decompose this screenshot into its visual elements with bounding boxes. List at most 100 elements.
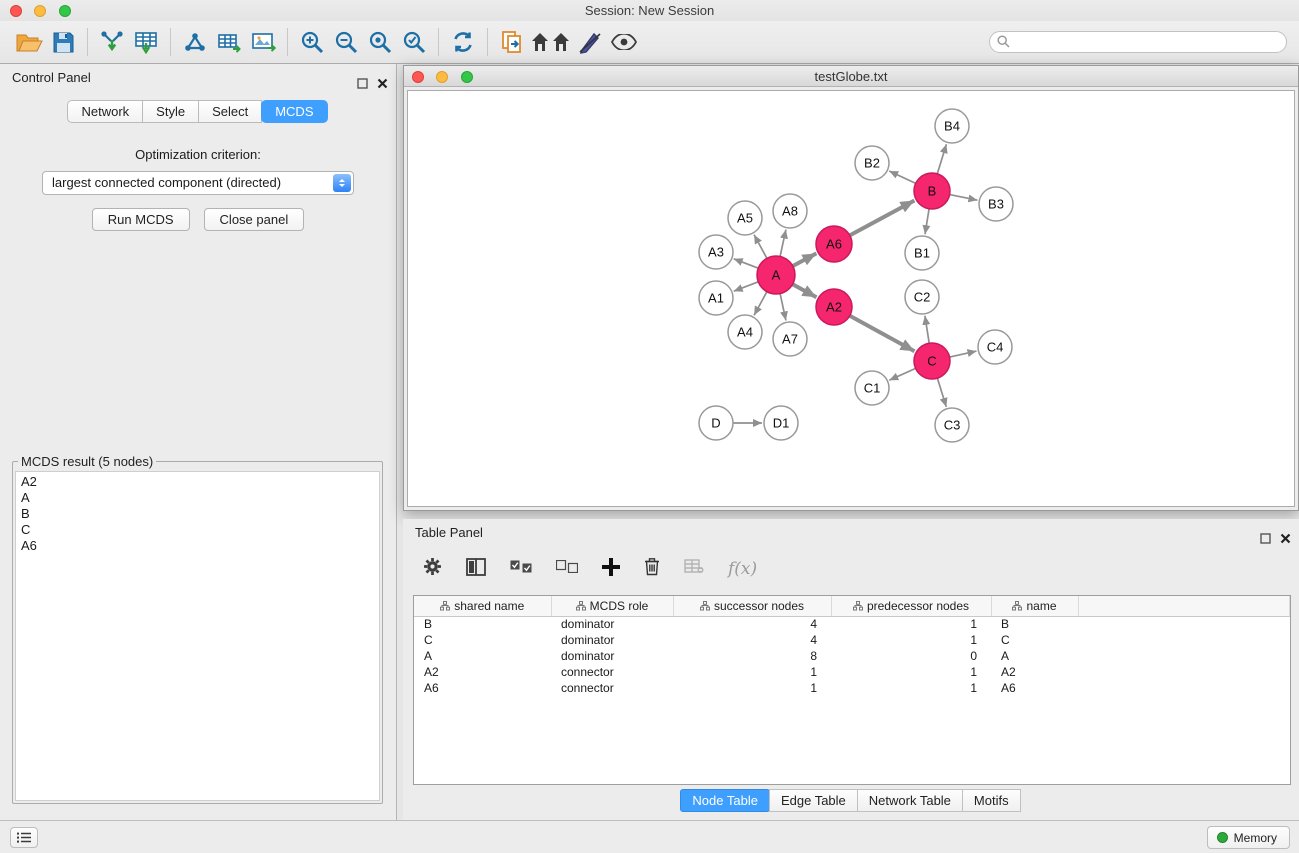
optimization-criterion-dropdown[interactable]: largest connected component (directed) <box>42 171 354 195</box>
node-A7[interactable]: A7 <box>773 322 807 356</box>
table-cell[interactable]: B <box>414 616 551 632</box>
node-A8[interactable]: A8 <box>773 194 807 228</box>
table-cell[interactable]: C <box>414 632 551 648</box>
tab-select[interactable]: Select <box>198 100 262 123</box>
table-row[interactable]: A6connector11A6 <box>414 680 1290 696</box>
result-item[interactable]: C <box>21 522 374 538</box>
table-cell[interactable]: 1 <box>831 680 991 696</box>
edge-A2-C[interactable] <box>850 316 915 352</box>
eye-icon[interactable] <box>607 26 641 58</box>
column-header-name[interactable]: name <box>991 596 1078 616</box>
edge-A6-B[interactable] <box>850 201 915 236</box>
result-item[interactable]: A2 <box>21 474 374 490</box>
zoom-fit-icon[interactable] <box>363 26 397 58</box>
table-cell[interactable]: A6 <box>414 680 551 696</box>
table-cell[interactable]: 1 <box>673 664 831 680</box>
edge-A-A6[interactable] <box>793 253 817 266</box>
table-row[interactable]: Adominator80A <box>414 648 1290 664</box>
result-item[interactable]: B <box>21 506 374 522</box>
edge-C-C2[interactable] <box>925 316 929 343</box>
table-cell[interactable]: 0 <box>831 648 991 664</box>
result-item[interactable]: A6 <box>21 538 374 554</box>
clone-network-icon[interactable] <box>495 26 529 58</box>
node-B2[interactable]: B2 <box>855 146 889 180</box>
edge-A-A5[interactable] <box>754 235 767 259</box>
task-list-button[interactable] <box>10 827 38 848</box>
edge-C-C3[interactable] <box>937 378 946 407</box>
edge-A-A3[interactable] <box>734 259 759 268</box>
delete-table-icon[interactable] <box>684 559 704 579</box>
edge-A-A1[interactable] <box>734 282 759 291</box>
node-C2[interactable]: C2 <box>905 280 939 314</box>
table-cell[interactable]: dominator <box>551 648 673 664</box>
network-graph[interactable]: AA6A2BCA5A8A3A1A4A7B2B4B3B1C2C4C1C3DD1 <box>408 91 1294 508</box>
edge-B-B4[interactable] <box>937 144 946 174</box>
table-cell[interactable]: connector <box>551 680 673 696</box>
table-cell[interactable]: 1 <box>831 664 991 680</box>
table-cell[interactable]: 1 <box>831 616 991 632</box>
table-row[interactable]: Bdominator41B <box>414 616 1290 632</box>
import-network-file-icon[interactable] <box>95 26 129 58</box>
node-D[interactable]: D <box>699 406 733 440</box>
function-builder-button[interactable]: f(x) <box>728 559 757 579</box>
tab-edge-table[interactable]: Edge Table <box>769 789 858 812</box>
deselect-all-icon[interactable] <box>556 560 578 578</box>
table-cell[interactable]: C <box>991 632 1078 648</box>
dropdown-stepper-icon[interactable] <box>333 174 351 192</box>
result-item[interactable]: A <box>21 490 374 506</box>
table-settings-gear-icon[interactable] <box>423 557 442 581</box>
node-B[interactable]: B <box>914 173 950 209</box>
zoom-in-icon[interactable] <box>295 26 329 58</box>
delete-row-trash-icon[interactable] <box>644 557 660 581</box>
edge-B-B3[interactable] <box>950 195 978 201</box>
node-A5[interactable]: A5 <box>728 201 762 235</box>
table-row[interactable]: Cdominator41C <box>414 632 1290 648</box>
edge-A-A8[interactable] <box>780 230 786 257</box>
save-session-icon[interactable] <box>46 26 80 58</box>
table-cell[interactable]: dominator <box>551 632 673 648</box>
annotation-pen-icon[interactable] <box>573 26 607 58</box>
table-cell[interactable]: A2 <box>991 664 1078 680</box>
tab-node-table[interactable]: Node Table <box>680 789 770 812</box>
table-cell[interactable]: A6 <box>991 680 1078 696</box>
node-A6[interactable]: A6 <box>816 226 852 262</box>
table-cell[interactable]: B <box>991 616 1078 632</box>
column-header-predecessor-nodes[interactable]: predecessor nodes <box>831 596 991 616</box>
network-canvas[interactable]: AA6A2BCA5A8A3A1A4A7B2B4B3B1C2C4C1C3DD1 <box>407 90 1295 507</box>
select-all-icon[interactable] <box>510 560 532 578</box>
table-cell[interactable]: 4 <box>673 632 831 648</box>
close-panel-button[interactable]: Close panel <box>204 208 305 231</box>
close-panel-icon[interactable] <box>1280 526 1291 554</box>
table-row[interactable]: A2connector11A2 <box>414 664 1290 680</box>
column-header-shared-name[interactable]: shared name <box>414 596 551 616</box>
memory-button[interactable]: Memory <box>1207 826 1290 849</box>
new-network-icon[interactable] <box>178 26 212 58</box>
edge-B-B1[interactable] <box>925 209 929 234</box>
tab-style[interactable]: Style <box>142 100 199 123</box>
table-cell[interactable]: 1 <box>673 680 831 696</box>
network-window-titlebar[interactable]: testGlobe.txt <box>404 66 1298 87</box>
run-mcds-button[interactable]: Run MCDS <box>92 208 190 231</box>
node-table[interactable]: shared nameMCDS rolesuccessor nodesprede… <box>413 595 1291 785</box>
search-input[interactable] <box>989 31 1287 53</box>
zoom-selected-icon[interactable] <box>397 26 431 58</box>
edge-A-A4[interactable] <box>754 292 767 316</box>
node-B1[interactable]: B1 <box>905 236 939 270</box>
import-table-file-icon[interactable] <box>129 26 163 58</box>
node-C[interactable]: C <box>914 343 950 379</box>
table-cell[interactable]: dominator <box>551 616 673 632</box>
table-cell[interactable]: A <box>414 648 551 664</box>
node-B3[interactable]: B3 <box>979 187 1013 221</box>
node-A[interactable]: A <box>757 256 795 294</box>
zoom-out-icon[interactable] <box>329 26 363 58</box>
float-panel-icon[interactable] <box>357 71 368 99</box>
node-A3[interactable]: A3 <box>699 235 733 269</box>
tab-network-table[interactable]: Network Table <box>857 789 963 812</box>
table-cell[interactable]: 8 <box>673 648 831 664</box>
tab-motifs[interactable]: Motifs <box>962 789 1021 812</box>
home-icon[interactable] <box>529 26 573 58</box>
tab-mcds[interactable]: MCDS <box>261 100 327 123</box>
column-header-mcds-role[interactable]: MCDS role <box>551 596 673 616</box>
export-image-icon[interactable] <box>246 26 280 58</box>
edge-A-A7[interactable] <box>780 294 786 321</box>
